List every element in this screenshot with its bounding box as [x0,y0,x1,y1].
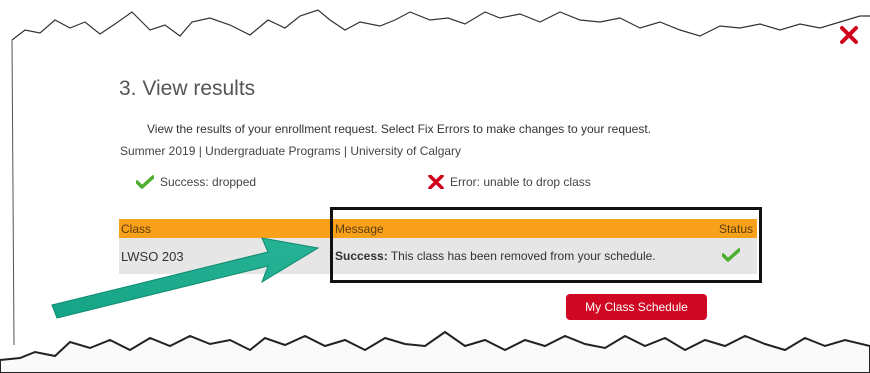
x-icon [428,175,444,189]
close-icon[interactable] [838,24,860,46]
my-class-schedule-button[interactable]: My Class Schedule [566,294,707,320]
class-cell: LWSO 203 [119,238,333,274]
legend-success: Success: dropped [136,175,256,189]
highlight-box [330,207,762,283]
legend-success-label: Success: dropped [160,175,257,189]
legend-error-label: Error: unable to drop class [450,175,591,189]
legend-error: Error: unable to drop class [428,175,591,189]
instructions-text: View the results of your enrollment requ… [147,122,652,136]
page-title: 3. View results [119,77,256,100]
checkmark-icon [136,175,154,189]
term-info: Summer 2019 | Undergraduate Programs | U… [120,144,462,158]
header-class: Class [119,219,333,238]
